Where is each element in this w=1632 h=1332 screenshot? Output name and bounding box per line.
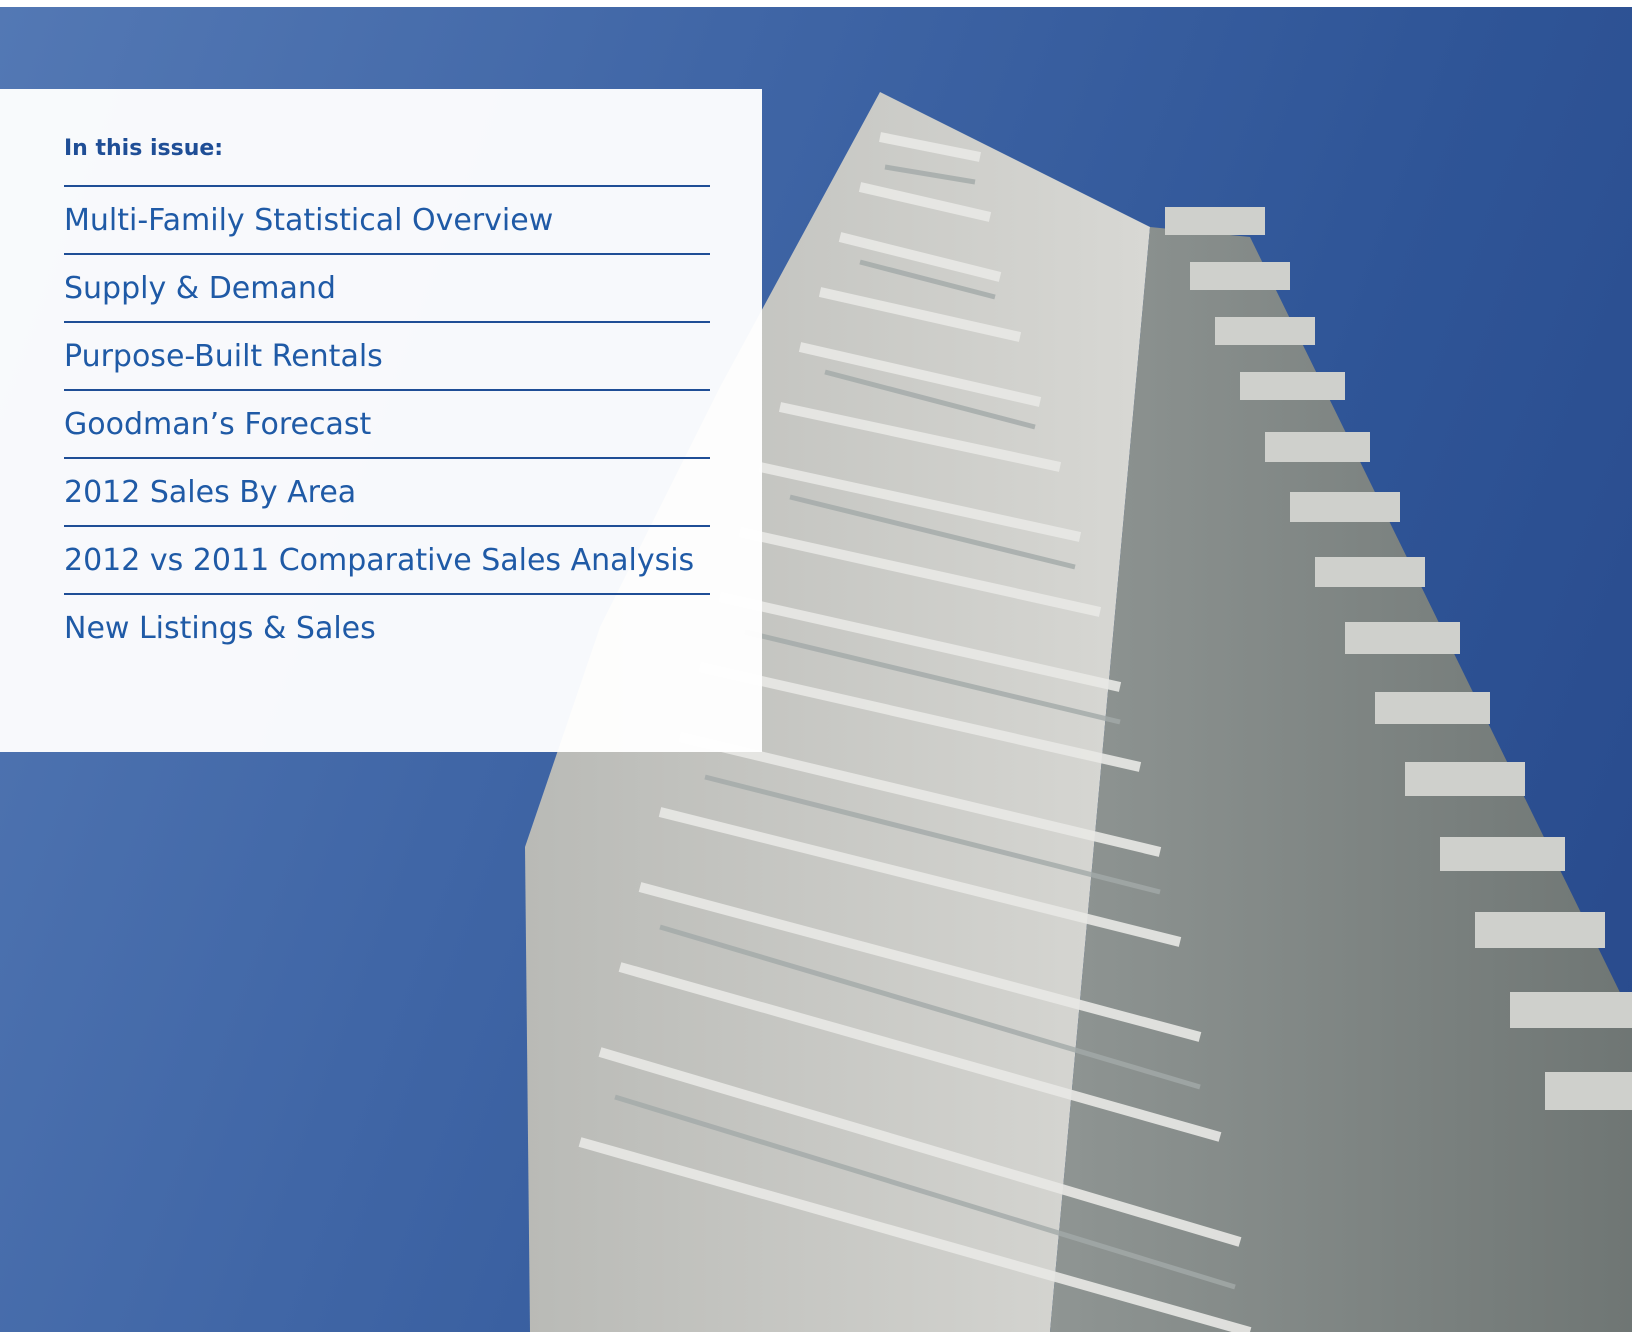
toc-item[interactable]: Multi-Family Statistical Overview [64, 185, 710, 253]
toc-item[interactable]: Goodman’s Forecast [64, 389, 710, 457]
table-of-contents: Multi-Family Statistical Overview Supply… [64, 185, 710, 661]
toc-item[interactable]: 2012 Sales By Area [64, 457, 710, 525]
toc-item[interactable]: Supply & Demand [64, 253, 710, 321]
toc-item[interactable]: New Listings & Sales [64, 593, 710, 661]
panel-heading: In this issue: [64, 136, 224, 161]
toc-item[interactable]: Purpose-Built Rentals [64, 321, 710, 389]
toc-item[interactable]: 2012 vs 2011 Comparative Sales Analysis [64, 525, 710, 593]
